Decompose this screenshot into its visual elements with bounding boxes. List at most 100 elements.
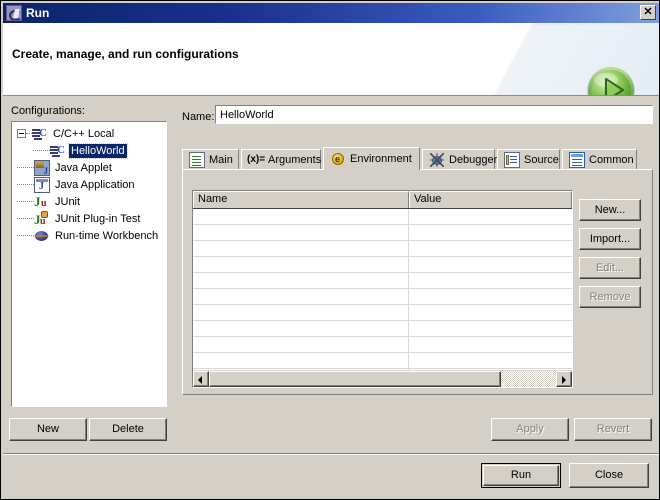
tab-label: Common	[589, 153, 634, 166]
window-title: Run	[26, 6, 50, 20]
delete-configuration-button[interactable]: Delete	[89, 418, 167, 441]
tab-environment[interactable]: Environment	[323, 147, 420, 170]
new-configuration-button[interactable]: New	[9, 418, 87, 441]
runtime-workbench-icon	[34, 228, 50, 244]
tree-item-c-c-local[interactable]: C/C++ Local	[12, 125, 166, 142]
tree-item-junit-plug-in-test[interactable]: JUnit Plug-in Test	[12, 210, 166, 227]
table-cell-value	[409, 289, 572, 304]
table-cell-name	[193, 289, 409, 304]
name-input[interactable]	[215, 105, 653, 124]
table-cell-name	[193, 209, 409, 224]
junit-plugin-icon	[34, 210, 50, 227]
configurations-tree-content: C/C++ Local HelloWorld Java Applet Java App…	[12, 122, 166, 244]
table-row[interactable]	[193, 241, 572, 257]
c-cpp-local-icon	[32, 126, 48, 142]
table-row[interactable]	[193, 225, 572, 241]
tab-source[interactable]: Source	[497, 149, 560, 169]
common-list-icon	[569, 151, 585, 168]
configurations-label: Configurations:	[11, 105, 85, 117]
table-cell-value	[409, 321, 572, 336]
tree-item-label: JUnit	[55, 195, 81, 208]
run-button[interactable]: Run	[481, 463, 561, 488]
table-body	[193, 209, 572, 385]
tree-item-helloworld[interactable]: HelloWorld	[12, 142, 166, 159]
tab-debugger[interactable]: Debugger	[422, 149, 498, 169]
tab-label: Arguments	[268, 153, 322, 166]
table-cell-name	[193, 305, 409, 320]
tree-connector	[17, 217, 34, 220]
table-row[interactable]	[193, 257, 572, 273]
tree-connector	[33, 149, 50, 152]
tree-connector	[17, 200, 34, 203]
tree-item-java-application[interactable]: Java Application	[12, 176, 166, 193]
title-bar: Run ✕	[3, 3, 659, 23]
revert-button: Revert	[574, 418, 652, 441]
tree-item-label: HelloWorld	[68, 142, 128, 159]
table-cell-name	[193, 321, 409, 336]
c-cpp-config-icon	[50, 143, 66, 159]
table-horizontal-scrollbar[interactable]	[193, 370, 572, 387]
column-header-name[interactable]: Name	[193, 191, 409, 208]
table-cell-value	[409, 209, 572, 224]
tab-main[interactable]: Main	[182, 149, 239, 169]
table-cell-value	[409, 273, 572, 288]
table-row[interactable]	[193, 273, 572, 289]
table-cell-name	[193, 225, 409, 240]
scroll-left-arrow-icon[interactable]	[193, 371, 209, 387]
table-row[interactable]	[193, 289, 572, 305]
scrollbar-track[interactable]	[209, 371, 556, 387]
tab-label: Debugger	[449, 153, 498, 166]
environment-variables-table[interactable]: Name Value	[192, 190, 573, 388]
tab-common[interactable]: Common	[562, 149, 637, 169]
tree-item-label: JUnit Plug-in Test	[55, 212, 141, 225]
tree-item-java-applet[interactable]: Java Applet	[12, 159, 166, 176]
eclipse-run-icon	[6, 5, 22, 21]
tree-item-label: Java Application	[55, 178, 135, 191]
green-run-play-icon	[587, 67, 635, 95]
table-cell-name	[193, 241, 409, 256]
column-header-value[interactable]: Value	[409, 191, 572, 208]
dialog-header: Create, manage, and run configurations	[3, 23, 659, 95]
close-icon[interactable]: ✕	[640, 5, 656, 20]
table-row[interactable]	[193, 321, 572, 337]
table-cell-name	[193, 337, 409, 352]
table-row[interactable]	[193, 209, 572, 225]
apply-button: Apply	[491, 418, 569, 441]
main-document-icon	[189, 151, 205, 168]
close-button[interactable]: Close	[569, 463, 649, 488]
scrollbar-thumb[interactable]	[209, 371, 501, 387]
run-configurations-dialog: Run ✕ Create, manage, and run configurat…	[0, 0, 660, 500]
table-cell-value	[409, 225, 572, 240]
table-row[interactable]	[193, 353, 572, 369]
configuration-tabs: Main Arguments Environment Debugger Source Co…	[182, 147, 653, 170]
tree-connector	[17, 234, 34, 237]
env-new-button[interactable]: New...	[579, 199, 641, 221]
table-cell-value	[409, 337, 572, 352]
source-page-icon	[504, 151, 520, 168]
env-import-button[interactable]: Import...	[579, 228, 641, 250]
page-title: Create, manage, and run configurations	[12, 47, 239, 61]
scroll-right-arrow-icon[interactable]	[556, 371, 572, 387]
tab-label: Environment	[350, 153, 412, 165]
table-cell-name	[193, 353, 409, 368]
debugger-bug-icon	[429, 152, 445, 168]
tree-item-run-time-workbench[interactable]: Run-time Workbench	[12, 227, 166, 244]
arguments-xeq-icon	[247, 152, 265, 168]
table-row[interactable]	[193, 337, 572, 353]
configurations-tree[interactable]: C/C++ Local HelloWorld Java Applet Java App…	[11, 121, 167, 407]
name-label: Name:	[182, 111, 215, 123]
tab-arguments[interactable]: Arguments	[241, 149, 321, 169]
table-header-row: Name Value	[193, 191, 572, 209]
tree-connector	[17, 183, 34, 186]
table-cell-value	[409, 305, 572, 320]
tree-item-label: Java Applet	[55, 161, 112, 174]
tree-collapse-icon[interactable]	[17, 129, 26, 138]
tab-label: Source	[524, 153, 559, 166]
footer-divider	[3, 453, 659, 455]
tree-item-junit[interactable]: JUnit	[12, 193, 166, 210]
table-cell-value	[409, 353, 572, 368]
table-row[interactable]	[193, 305, 572, 321]
run-button-label: Run	[510, 469, 532, 481]
tree-connector	[17, 166, 34, 169]
